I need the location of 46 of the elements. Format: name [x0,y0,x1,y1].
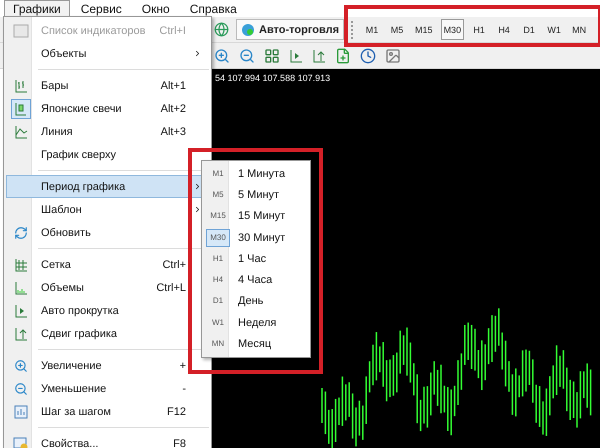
file-plus-icon [335,48,351,64]
timeframe-button[interactable]: M5 [387,19,408,40]
volume-chart-icon [14,280,28,294]
zoom-in-icon [214,48,230,64]
tile-icon [264,48,280,64]
timeframe-button[interactable]: M15 [412,19,436,40]
timeframe-button[interactable]: M1 [362,19,382,40]
step-icon [14,404,28,418]
autotrading-button[interactable]: Авто-торговля [236,19,344,40]
menu-title[interactable]: Окно [132,0,179,17]
timeframe-button[interactable]: H4 [494,19,514,40]
grid-icon [14,258,28,272]
chart-shift-icon [312,48,326,62]
menu-item[interactable]: Шаг за шагом F12 [6,400,209,423]
timeframe-button[interactable]: H1 [469,19,490,40]
price-header: 54 107.994 107.588 107.913 [214,72,332,83]
clock-icon [360,48,376,64]
zoom-out-icon [14,382,28,396]
menu-item[interactable]: Объекты [6,42,209,65]
menu-item[interactable]: Свойства... F8 [6,432,209,448]
zoom-in-icon [14,358,28,372]
menu-item[interactable]: Уменьшение - [6,377,209,400]
refresh-icon [14,226,28,240]
menu-title[interactable]: Графики [4,0,70,17]
menu-item[interactable]: Увеличение + [6,354,209,377]
image-icon [385,48,401,64]
menu-title[interactable]: Справка [180,0,246,17]
timeframe-button[interactable]: D1 [519,19,540,40]
timeframe-button[interactable]: M30 [440,19,464,40]
menu-item[interactable]: Бары Alt+1 [6,74,209,97]
globe-icon [214,22,229,37]
autotrading-icon [241,22,255,36]
properties-icon [13,436,29,448]
bar-chart-icon [14,78,28,92]
list-icon [13,24,29,38]
menu-title[interactable]: Сервис [72,0,131,17]
menu-item[interactable]: Линия Alt+3 [6,120,209,143]
candlestick-icon [15,102,27,116]
timeframe-button[interactable]: W1 [544,19,564,40]
autoscroll-icon [14,304,28,318]
menu-item[interactable]: Японские свечи Alt+2 [6,97,209,120]
autoscroll-icon [289,48,303,62]
zoom-out-icon [239,48,255,64]
line-chart-icon [14,124,28,138]
chart-shift-icon [14,326,28,340]
timeframe-button[interactable]: MN [569,19,590,40]
